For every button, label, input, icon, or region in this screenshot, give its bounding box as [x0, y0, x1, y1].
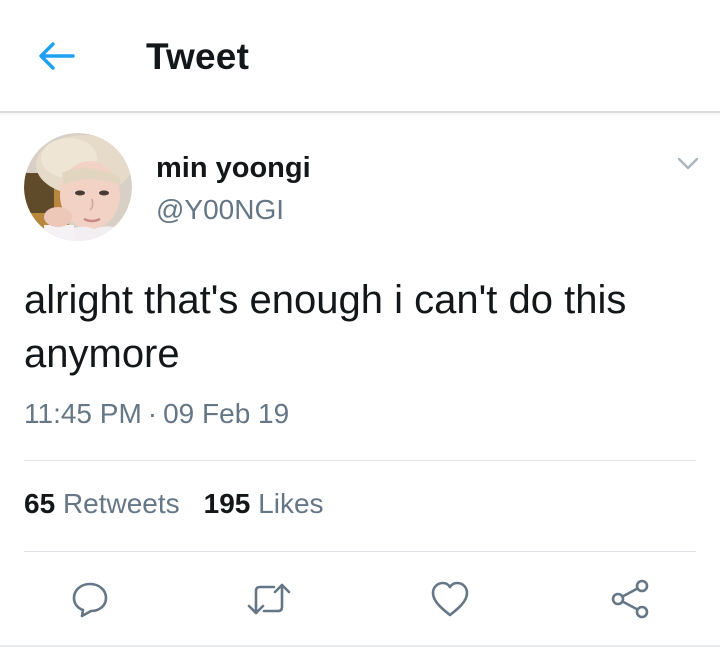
tweet-stats: 65 Retweets 195 Likes [24, 488, 324, 520]
back-button[interactable] [34, 36, 78, 76]
display-name[interactable]: min yoongi [156, 152, 311, 185]
tweet-menu-button[interactable] [672, 150, 704, 178]
action-bar [0, 576, 720, 622]
share-button[interactable] [607, 576, 653, 622]
like-button[interactable] [427, 576, 473, 622]
retweets-label: Retweets [62, 488, 180, 519]
divider [24, 460, 696, 461]
likes-label: Likes [258, 488, 324, 519]
bottom-divider [0, 645, 720, 647]
timestamp-separator: · [147, 398, 158, 429]
page-title: Tweet [146, 36, 250, 77]
likes-stat[interactable]: 195 Likes [204, 488, 324, 520]
top-app-bar: Tweet [0, 0, 720, 113]
share-icon [611, 579, 649, 619]
tweet-time: 11:45 PM [24, 398, 142, 429]
divider [24, 551, 696, 552]
chevron-down-icon [677, 157, 699, 170]
tweet-date: 09 Feb 19 [163, 398, 290, 429]
retweets-stat[interactable]: 65 Retweets [24, 488, 180, 520]
tweet-detail-screen: Tweet min yoongi @Y00NGI alright that's … [0, 0, 720, 651]
heart-icon [431, 581, 469, 617]
likes-count: 195 [203, 488, 251, 519]
reply-icon [72, 582, 108, 618]
tweet-timestamp: 11:45 PM · 09 Feb 19 [24, 398, 289, 430]
user-handle[interactable]: @Y00NGI [156, 194, 284, 226]
retweet-icon [247, 583, 291, 615]
profile-photo [24, 133, 132, 241]
avatar[interactable] [24, 133, 132, 241]
retweet-button[interactable] [246, 576, 292, 622]
reply-button[interactable] [67, 576, 113, 622]
retweets-count: 65 [24, 488, 56, 519]
tweet-text: alright that's enough i can't do this an… [24, 278, 627, 376]
arrow-left-icon [39, 42, 75, 70]
